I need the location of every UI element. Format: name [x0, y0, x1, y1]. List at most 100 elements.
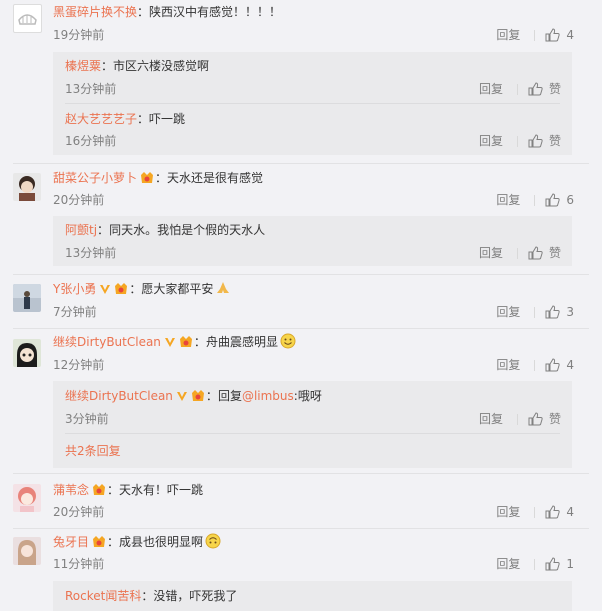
reply-line: 赵大艺艺艺子：吓一跳 [65, 110, 185, 128]
timestamp: 7分钟前 [53, 305, 97, 319]
comment-item: 继续DirtyButClean ：舟曲震感明显 12分钟前 回复 4 继续Dirt… [0, 330, 602, 476]
colon: ： [155, 171, 168, 185]
avatar[interactable] [13, 284, 41, 312]
reply-button[interactable]: 回复 [496, 504, 520, 520]
like-button[interactable]: 赞 [549, 133, 561, 149]
mention-link[interactable]: @limbus [242, 389, 294, 403]
like-count: 6 [566, 193, 574, 207]
reply-button[interactable]: 回复 [479, 81, 503, 97]
sub-replies: 阿颤tj：同天水。我怕是个假的天水人 13分钟前 回复 赞 [53, 216, 572, 266]
colon: ： [101, 59, 114, 73]
timestamp: 16分钟前 [65, 134, 117, 148]
thumbs-up-icon[interactable] [528, 412, 543, 426]
upside-down-face-icon [205, 533, 221, 549]
avatar[interactable] [13, 339, 41, 367]
reply-button[interactable]: 回复 [496, 27, 520, 43]
member-badge-icon [93, 484, 106, 495]
username[interactable]: 蒲苇念 [53, 483, 89, 497]
more-replies-link[interactable]: 共2条回复 [65, 442, 121, 460]
thumbs-up-icon[interactable] [528, 134, 543, 148]
verified-v-icon [100, 285, 111, 294]
avatar[interactable] [13, 173, 41, 201]
timestamp: 13分钟前 [65, 246, 117, 260]
timestamp: 20分钟前 [53, 193, 105, 207]
reply-actions: 回复 赞 [479, 133, 561, 149]
username[interactable]: Y张小勇 [53, 282, 96, 296]
thumbs-up-icon[interactable] [545, 358, 560, 372]
comment-line: 黑蛋碎片换不换：陕西汉中有感觉！！！！ [53, 3, 281, 21]
sub-replies: Rocket闻苦科：没错，吓死我了 [53, 581, 572, 611]
like-count: 4 [566, 358, 574, 372]
username[interactable]: Rocket闻苦科 [65, 589, 141, 603]
timestamp: 19分钟前 [53, 28, 105, 42]
reply-line: 榛煜粟：市区六楼没感觉啊 [65, 57, 209, 75]
divider [534, 194, 536, 206]
reply-text: 没错，吓死我了 [153, 589, 238, 603]
comment-item: 蒲苇念 ：天水有！吓一跳 20分钟前 回复 4 [0, 476, 602, 529]
divider [516, 413, 518, 425]
sub-replies: 继续DirtyButClean ：回复@limbus:哦呀 3分钟前 回复 赞 共… [53, 381, 572, 468]
comment-text: 成县也很明显啊 [119, 535, 204, 549]
verified-v-icon [164, 338, 175, 347]
username[interactable]: 继续DirtyButClean [53, 335, 161, 349]
comment-actions: 回复 4 [496, 27, 574, 43]
like-button[interactable]: 赞 [549, 81, 561, 97]
comment-item: Y张小勇 ：愿大家都平安 7分钟前 回复 3 [0, 276, 602, 330]
avatar[interactable] [13, 484, 41, 512]
reply-button[interactable]: 回复 [496, 357, 520, 373]
comment-actions: 回复 3 [496, 304, 574, 320]
colon: ： [141, 589, 154, 603]
colon: ： [193, 335, 206, 349]
comment-text: 天水还是很有感觉 [167, 171, 264, 185]
username[interactable]: 甜菜公子小萝卜 [53, 171, 137, 185]
comment-line: 继续DirtyButClean ：舟曲震感明显 [53, 333, 296, 351]
reply-text: 市区六楼没感觉啊 [113, 59, 210, 73]
like-button[interactable]: 赞 [549, 411, 561, 427]
member-badge-icon [115, 283, 128, 294]
timestamp: 3分钟前 [65, 412, 109, 426]
thumbs-up-icon[interactable] [545, 557, 560, 571]
reply-actions: 回复 赞 [479, 245, 561, 261]
smile-emoji-icon [280, 333, 296, 349]
reply-text: 同天水。我怕是个假的天水人 [109, 223, 266, 237]
divider [13, 163, 589, 164]
comment-actions: 回复 6 [496, 192, 574, 208]
like-count: 4 [566, 28, 574, 42]
avatar[interactable] [13, 537, 41, 565]
reply-button[interactable]: 回复 [496, 192, 520, 208]
member-badge-icon [93, 536, 106, 547]
reply-button[interactable]: 回复 [496, 304, 520, 320]
timestamp: 20分钟前 [53, 505, 105, 519]
member-badge-icon [179, 336, 192, 347]
timestamp: 11分钟前 [53, 557, 105, 571]
reply-line: 阿颤tj：同天水。我怕是个假的天水人 [65, 221, 265, 239]
reply-button[interactable]: 回复 [479, 245, 503, 261]
thumbs-up-icon[interactable] [545, 193, 560, 207]
username[interactable]: 黑蛋碎片换不换 [53, 5, 137, 19]
username[interactable]: 阿颤tj [65, 223, 97, 237]
comment-actions: 回复 4 [496, 357, 574, 373]
reply-button[interactable]: 回复 [479, 133, 503, 149]
like-button[interactable]: 赞 [549, 245, 561, 261]
reply-button[interactable]: 回复 [479, 411, 503, 427]
thumbs-up-icon[interactable] [545, 28, 560, 42]
divider [516, 135, 518, 147]
username[interactable]: 榛煜粟 [65, 59, 101, 73]
divider [13, 274, 589, 275]
username[interactable]: 兔牙目 [53, 535, 89, 549]
comment-actions: 回复 1 [496, 556, 574, 572]
thumbs-up-icon[interactable] [545, 305, 560, 319]
comment-item: 黑蛋碎片换不换：陕西汉中有感觉！！！！ 19分钟前 回复 4 榛煜粟：市区六楼没… [0, 0, 602, 166]
username[interactable]: 赵大艺艺艺子 [65, 112, 137, 126]
username[interactable]: 继续DirtyButClean [65, 389, 173, 403]
thumbs-up-icon[interactable] [528, 82, 543, 96]
avatar[interactable] [13, 4, 42, 33]
thumbs-up-icon[interactable] [528, 246, 543, 260]
praying-hands-icon [217, 282, 230, 293]
sub-replies: 榛煜粟：市区六楼没感觉啊 13分钟前 回复 赞 赵大艺艺艺子：吓一跳 16分钟前… [53, 52, 572, 155]
colon: ： [107, 483, 120, 497]
reply-button[interactable]: 回复 [496, 556, 520, 572]
member-badge-icon [191, 390, 204, 401]
timestamp: 13分钟前 [65, 82, 117, 96]
thumbs-up-icon[interactable] [545, 505, 560, 519]
